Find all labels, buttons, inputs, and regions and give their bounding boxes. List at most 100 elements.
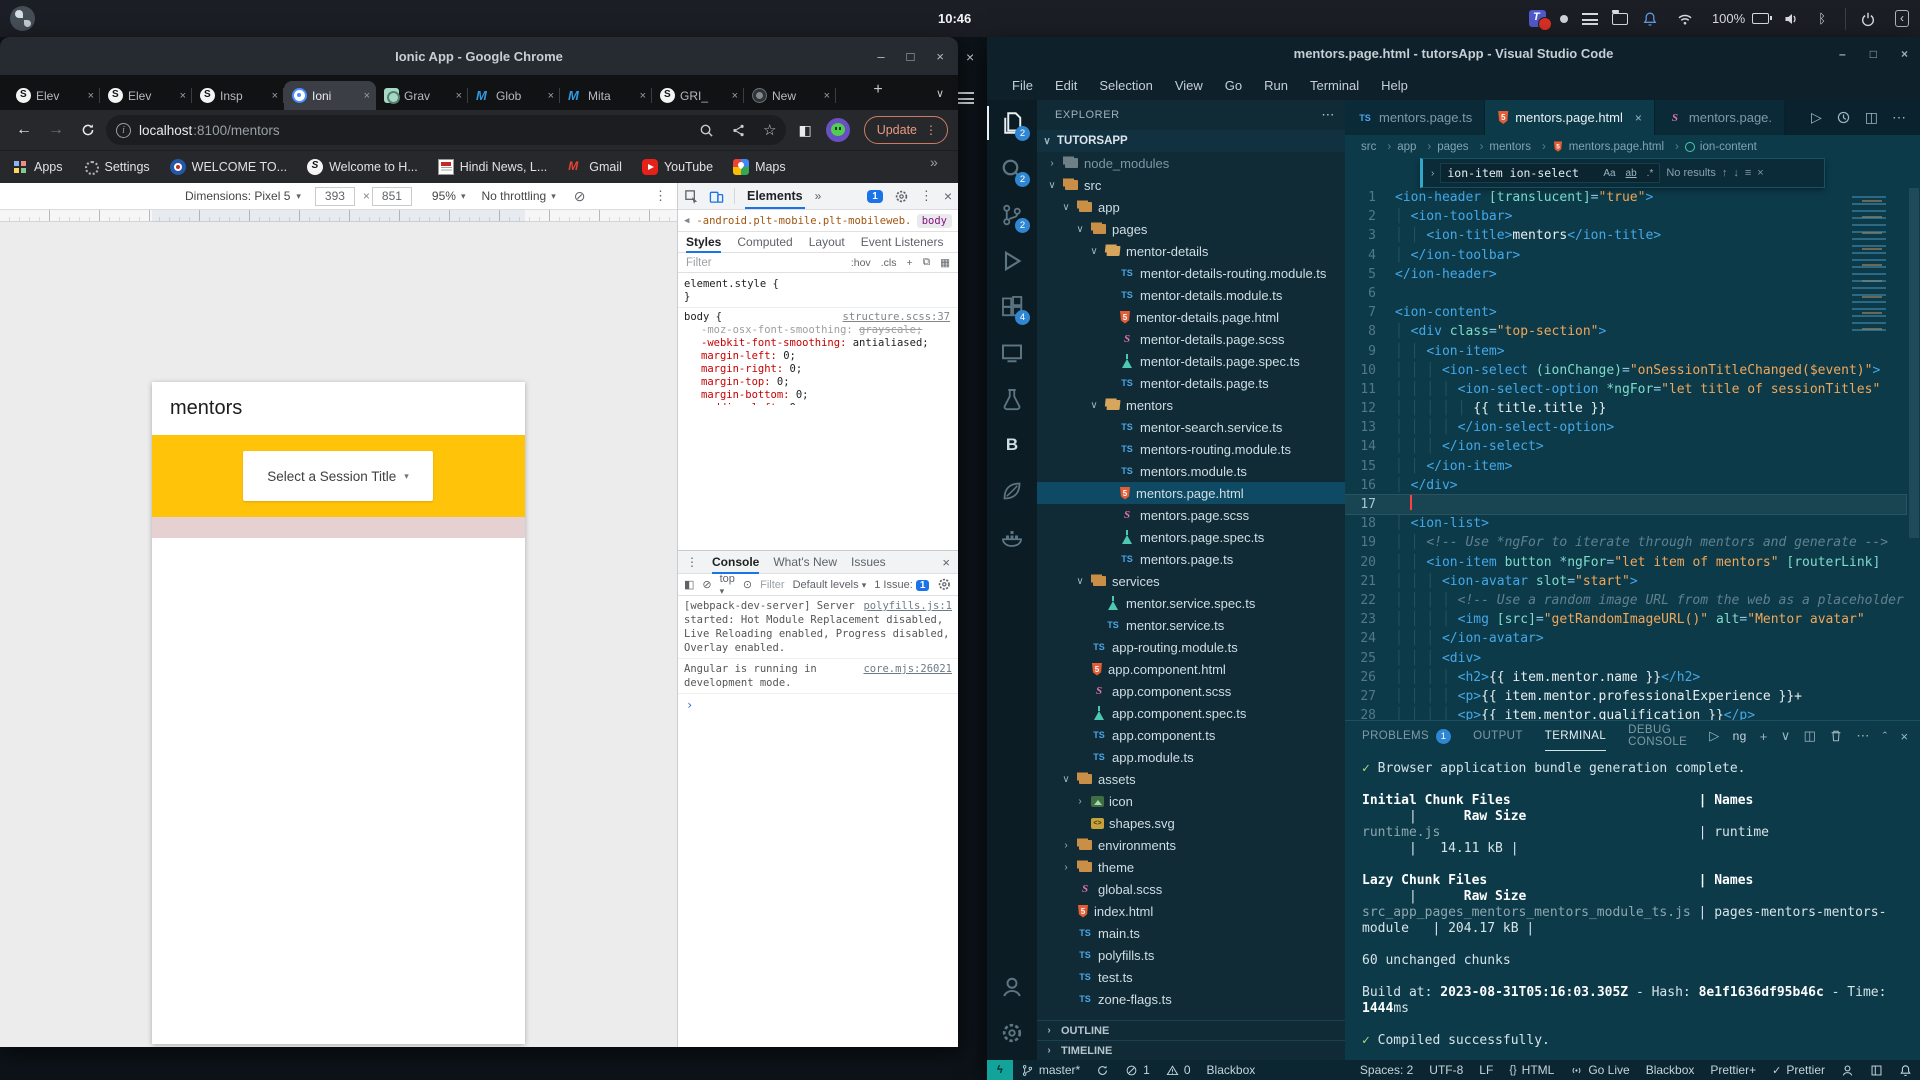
css-declaration[interactable]: margin-left: 0; <box>684 350 958 363</box>
breadcrumb-item[interactable]: mentors.page.html <box>1552 140 1679 153</box>
code-line[interactable]: 23 │ │ │ │ <img [src]="getRandomImageURL… <box>1345 610 1906 629</box>
console-filter-input[interactable]: Filter <box>760 579 784 591</box>
tree-item[interactable]: › node_modules <box>1037 152 1345 174</box>
code-line[interactable]: 6 <box>1345 284 1906 303</box>
panel-tab[interactable]: PROBLEMS 1 <box>1362 721 1451 751</box>
menu-item[interactable]: File <box>1001 78 1044 93</box>
grid-icon[interactable]: ▦ <box>940 257 950 269</box>
close-button[interactable]: × <box>936 49 944 64</box>
browser-tab[interactable]: Insp × <box>192 81 284 110</box>
tab-close-icon[interactable]: × <box>364 90 370 102</box>
profile-avatar[interactable] <box>826 118 850 142</box>
notification-bell-icon[interactable] <box>1642 11 1663 27</box>
panel-toggle-icon[interactable]: ‹ <box>1895 10 1914 27</box>
timeline-section[interactable]: › TIMELINE <box>1037 1040 1345 1060</box>
editor-layout[interactable] <box>1862 1060 1891 1080</box>
tab-close-icon[interactable]: × <box>824 90 830 102</box>
breadcrumb-classes[interactable]: -android.plt-mobile.plt-mobileweb.md.hyd… <box>696 215 909 227</box>
tree-item[interactable]: test.ts <box>1037 966 1345 988</box>
tree-item[interactable]: ∨ assets <box>1037 768 1345 790</box>
encoding[interactable]: UTF-8 <box>1421 1060 1471 1080</box>
css-declaration[interactable]: margin-right: 0; <box>684 363 958 376</box>
devtools-close-icon[interactable]: × <box>944 188 952 204</box>
tree-item[interactable]: polyfills.ts <box>1037 944 1345 966</box>
console-message[interactable]: core.mjs:26021 Angular is running in dev… <box>678 659 958 694</box>
browser-tab[interactable]: Ioni × <box>284 81 376 110</box>
workspace-root[interactable]: ∨ TUTORSAPP <box>1037 130 1345 152</box>
maximize-panel-icon[interactable]: ˆ <box>1883 729 1888 744</box>
back-button[interactable]: ← <box>10 116 38 144</box>
code-line[interactable]: 27 │ │ │ │ <p>{{ item.mentor.professiona… <box>1345 687 1906 706</box>
stylesheet-link[interactable]: structure.scss:37 <box>843 311 950 324</box>
bookmarks-overflow-icon[interactable]: » <box>930 154 938 170</box>
breadcrumb-item[interactable]: pages <box>1437 141 1483 153</box>
tree-item[interactable]: mentors-routing.module.ts <box>1037 438 1345 460</box>
device-zoom-select[interactable]: 95% ▾ <box>432 189 466 203</box>
mongodb[interactable] <box>987 468 1037 514</box>
code-line[interactable]: 26 │ │ │ │ <h2>{{ item.mentor.name }}</h… <box>1345 668 1906 687</box>
kill-terminal-icon[interactable] <box>1829 729 1843 743</box>
code-line[interactable]: 24 │ │ │ </ion-avatar> <box>1345 629 1906 648</box>
share-icon[interactable] <box>731 123 746 138</box>
vscode-titlebar[interactable]: mentors.page.html - tutorsApp - Visual S… <box>987 37 1920 70</box>
terminal-output[interactable]: ✓ Browser application bundle generation … <box>1362 761 1906 1056</box>
minimize-button[interactable]: – <box>877 49 884 64</box>
browser-tab[interactable]: Grav × <box>376 81 468 110</box>
new-terminal-icon[interactable]: + <box>1760 729 1768 744</box>
devtools-menu-icon[interactable]: ⋮ <box>920 188 933 204</box>
css-declaration[interactable]: -moz-osx-font-smoothing: grayscale; <box>684 324 958 337</box>
bookmark-star-icon[interactable]: ☆ <box>763 121 776 139</box>
toggle-replace-icon[interactable]: › <box>1431 168 1434 179</box>
code-line[interactable]: 17 <box>1345 495 1906 514</box>
errors[interactable]: 1 <box>1117 1060 1158 1080</box>
code-line[interactable]: 15 │ │ </ion-item> <box>1345 457 1906 476</box>
tab-elements[interactable]: Elements <box>745 189 805 203</box>
tree-item[interactable]: mentor-details.module.ts <box>1037 284 1345 306</box>
panel-more-icon[interactable]: ⋯ <box>1856 728 1869 744</box>
code-line[interactable]: 13 │ │ │ │ </ion-select-option> <box>1345 418 1906 437</box>
terminal-launch-icon[interactable]: ▷ <box>1709 728 1719 744</box>
bookmark-item[interactable]: Apps <box>12 159 63 175</box>
match-case-toggle[interactable]: Aa <box>1603 168 1615 179</box>
console-settings-icon[interactable] <box>937 577 952 592</box>
code-line[interactable]: 9 │ │ <ion-item> <box>1345 342 1906 361</box>
css-declaration[interactable]: -webkit-font-smoothing: antialiased; <box>684 337 958 350</box>
tree-item[interactable]: mentor-search.service.ts <box>1037 416 1345 438</box>
tree-item[interactable]: ∨ app <box>1037 196 1345 218</box>
tree-item[interactable]: mentor.service.spec.ts <box>1037 592 1345 614</box>
tree-item[interactable]: mentors.module.ts <box>1037 460 1345 482</box>
issues-counter[interactable]: 1 Issue: 1 <box>874 579 929 591</box>
docker[interactable] <box>987 514 1037 560</box>
tab-close-icon[interactable]: × <box>548 90 554 102</box>
clock[interactable]: 10:46 <box>938 0 971 37</box>
code-line[interactable]: 12 │ │ │ │ │ {{ title.title }} <box>1345 399 1906 418</box>
extensions[interactable]: 4 <box>987 284 1037 330</box>
styles-tab[interactable]: Event Listeners <box>861 235 944 249</box>
tree-item[interactable]: › environments <box>1037 834 1345 856</box>
close-button[interactable]: × <box>1901 47 1908 61</box>
eol[interactable]: LF <box>1471 1060 1501 1080</box>
tree-item[interactable]: ∨ services <box>1037 570 1345 592</box>
clear-console-icon[interactable]: ⊘ <box>702 578 711 591</box>
bluetooth-icon[interactable]: ᛒ <box>1818 11 1831 26</box>
code-line[interactable]: 19 │ │ <!-- Use *ngFor to iterate throug… <box>1345 533 1906 552</box>
session-title-select[interactable]: Select a Session Title ▾ <box>243 451 433 501</box>
tree-item[interactable]: mentor-details.page.html <box>1037 306 1345 328</box>
run-file-icon[interactable]: ▷ <box>1811 109 1822 126</box>
find-close-icon[interactable]: × <box>1757 167 1763 179</box>
bookmark-item[interactable]: WELCOME TO... <box>170 159 287 175</box>
inspect-element-icon[interactable] <box>684 189 699 204</box>
tree-item[interactable]: › icon <box>1037 790 1345 812</box>
tree-item[interactable]: ∨ src <box>1037 174 1345 196</box>
split-terminal-icon[interactable]: ◫ <box>1804 728 1817 744</box>
tree-item[interactable]: app-routing.module.ts <box>1037 636 1345 658</box>
reload-button[interactable] <box>74 116 102 144</box>
code-line[interactable]: 14 │ │ │ </ion-select> <box>1345 437 1906 456</box>
css-declaration[interactable]: padding-left: 0; <box>684 402 958 405</box>
tree-item[interactable]: app.component.html <box>1037 658 1345 680</box>
throttling-select[interactable]: No throttling ▾ <box>481 189 555 203</box>
status-dot-icon[interactable] <box>1560 15 1568 23</box>
power-icon[interactable] <box>1860 11 1881 27</box>
tab-close-icon[interactable]: × <box>456 90 462 102</box>
remote-indicator[interactable]: ϟ <box>987 1060 1013 1080</box>
